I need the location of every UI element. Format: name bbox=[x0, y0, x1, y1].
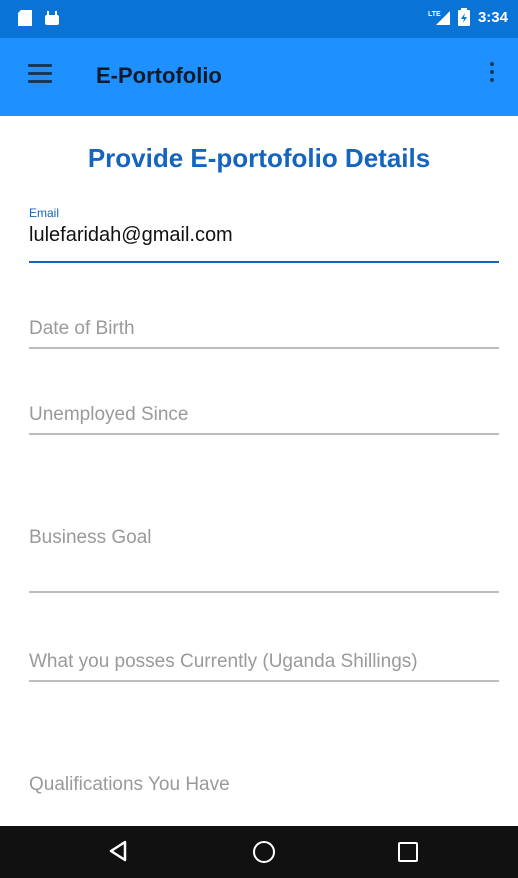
status-left-icons bbox=[18, 10, 60, 26]
business-goal-underline bbox=[29, 591, 499, 593]
app-title: E-Portofolio bbox=[96, 63, 222, 88]
recent-apps-icon[interactable] bbox=[398, 842, 418, 862]
lte-signal-icon: LTE bbox=[428, 11, 450, 25]
form-title: Provide E-portofolio Details bbox=[87, 143, 431, 173]
current-possessions-field[interactable]: What you posses Currently (Uganda Shilli… bbox=[29, 651, 499, 683]
date-of-birth-placeholder: Date of Birth bbox=[29, 318, 135, 339]
qualifications-placeholder: Qualifications You Have bbox=[29, 774, 230, 795]
business-goal-field[interactable]: Business Goal bbox=[29, 527, 499, 595]
unemployed-since-field[interactable]: Unemployed Since bbox=[29, 404, 499, 436]
status-time: 3:34 bbox=[477, 8, 508, 26]
email-field[interactable]: Email lulefaridah@gmail.com bbox=[29, 206, 499, 264]
email-value[interactable]: lulefaridah@gmail.com bbox=[29, 220, 499, 247]
date-of-birth-field[interactable]: Date of Birth bbox=[29, 318, 499, 350]
current-possessions-underline bbox=[29, 680, 499, 682]
sd-card-icon bbox=[18, 10, 32, 26]
battery-icon bbox=[457, 8, 470, 26]
email-label: Email bbox=[29, 206, 60, 220]
unemployed-since-placeholder: Unemployed Since bbox=[29, 404, 189, 425]
unemployed-since-underline bbox=[29, 433, 499, 435]
android-icon bbox=[45, 11, 59, 25]
current-possessions-placeholder: What you posses Currently (Uganda Shilli… bbox=[29, 651, 418, 672]
overflow-menu-icon[interactable] bbox=[490, 62, 496, 86]
home-icon[interactable] bbox=[253, 841, 275, 863]
svg-text:LTE: LTE bbox=[428, 11, 441, 18]
email-underline bbox=[29, 261, 499, 263]
qualifications-field[interactable]: Qualifications You Have bbox=[29, 774, 499, 804]
system-nav-bar bbox=[0, 826, 518, 878]
business-goal-placeholder: Business Goal bbox=[29, 527, 152, 548]
status-bar: LTE 3:34 bbox=[0, 0, 518, 38]
date-of-birth-underline bbox=[29, 347, 499, 349]
hamburger-menu-icon[interactable] bbox=[28, 64, 52, 86]
app-bar: E-Portofolio bbox=[0, 38, 518, 116]
status-right-icons: LTE 3:34 bbox=[428, 8, 508, 26]
back-icon[interactable] bbox=[108, 840, 128, 862]
